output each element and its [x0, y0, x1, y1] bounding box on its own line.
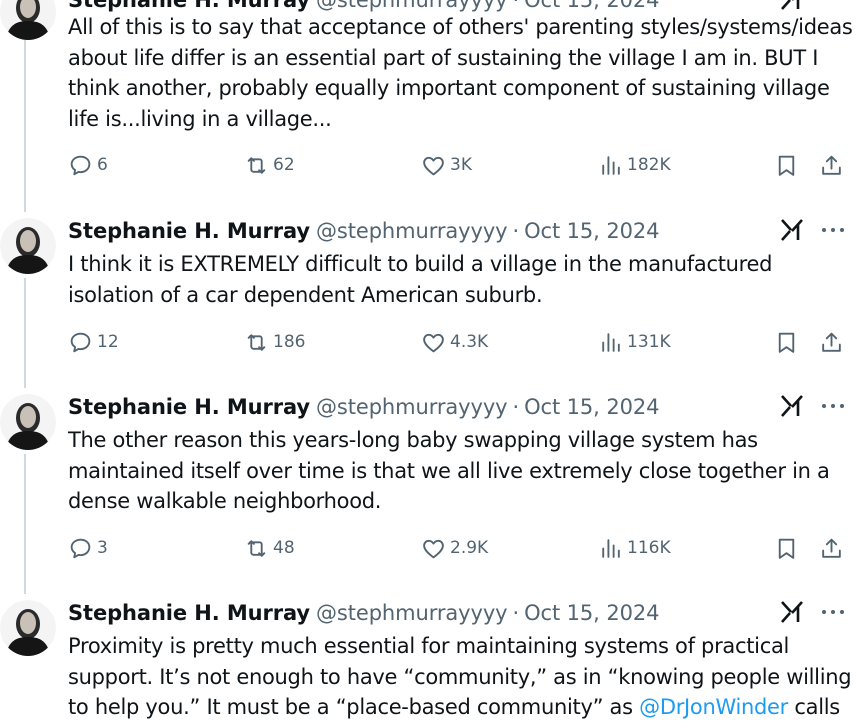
more-dots-icon[interactable]: [819, 393, 847, 419]
separator: ·: [512, 395, 520, 419]
reply-button[interactable]: 12: [68, 327, 119, 357]
reply-button[interactable]: 6: [68, 150, 108, 180]
reply-button[interactable]: 3: [68, 533, 108, 563]
share-button[interactable]: [819, 533, 844, 563]
reply-bubble-icon: [70, 332, 91, 352]
like-button[interactable]: 4.3K: [421, 327, 488, 357]
author-handle[interactable]: @stephmurrayyyy: [316, 0, 508, 12]
mention-link[interactable]: @DrJonWinder: [639, 695, 788, 719]
views-count: 182K: [627, 155, 671, 175]
avatar[interactable]: [0, 0, 56, 40]
author-name[interactable]: Stephanie H. Murray: [68, 219, 310, 243]
heart-icon: [423, 333, 444, 352]
repost-arrows-icon: [247, 539, 266, 557]
grok-icon[interactable]: [779, 599, 805, 625]
tweet-header: Stephanie H. Murray @stephmurrayyyy · Oc…: [68, 214, 659, 248]
avatar[interactable]: [0, 218, 56, 274]
tweet-text-after: calls: [788, 695, 840, 719]
views-button[interactable]: 182K: [598, 150, 671, 180]
more-dots-icon[interactable]: [819, 599, 847, 625]
grok-icon[interactable]: [779, 217, 805, 243]
reply-count: 3: [97, 538, 108, 558]
tweet-actions: 6 62 3K 182K: [0, 150, 861, 180]
views-count: 131K: [627, 332, 671, 352]
reply-count: 6: [97, 155, 108, 175]
views-bar-chart-icon: [602, 332, 620, 352]
author-handle[interactable]: @stephmurrayyyy: [316, 219, 508, 243]
heart-icon: [423, 539, 444, 558]
reply-bubble-icon: [70, 155, 91, 175]
tweet-text: The other reason this years-long baby sw…: [68, 428, 830, 513]
more-dots-icon[interactable]: [819, 217, 847, 243]
tweet-header: Stephanie H. Murray @stephmurrayyyy · Oc…: [68, 390, 659, 424]
grok-icon[interactable]: [779, 0, 805, 12]
tweet-text: All of this is to say that acceptance of…: [68, 15, 853, 131]
bookmark-button[interactable]: [774, 150, 799, 180]
tweet-date[interactable]: Oct 15, 2024: [524, 601, 659, 625]
like-count: 4.3K: [450, 332, 489, 352]
avatar[interactable]: [0, 394, 56, 450]
tweet-text: I think it is EXTREMELY difficult to bui…: [68, 252, 773, 307]
author-handle[interactable]: @stephmurrayyyy: [316, 601, 508, 625]
separator: ·: [512, 219, 520, 243]
bookmark-icon: [778, 538, 795, 559]
author-name[interactable]: Stephanie H. Murray: [68, 395, 310, 419]
repost-button[interactable]: 186: [244, 327, 305, 357]
avatar[interactable]: [0, 600, 56, 656]
tweet-date[interactable]: Oct 15, 2024: [524, 219, 659, 243]
share-upload-icon: [822, 332, 841, 352]
thread-line: [24, 454, 26, 594]
bookmark-icon: [778, 155, 795, 176]
repost-arrows-icon: [247, 333, 266, 351]
like-count: 2.9K: [450, 538, 489, 558]
grok-icon[interactable]: [779, 393, 805, 419]
views-button[interactable]: 116K: [598, 533, 671, 563]
repost-button[interactable]: 62: [244, 150, 295, 180]
views-bar-chart-icon: [602, 155, 620, 175]
share-upload-icon: [822, 155, 841, 175]
share-upload-icon: [822, 538, 841, 558]
author-name[interactable]: Stephanie H. Murray: [68, 601, 310, 625]
reply-count: 12: [97, 332, 119, 352]
author-handle[interactable]: @stephmurrayyyy: [316, 395, 508, 419]
bookmark-button[interactable]: [774, 533, 799, 563]
share-button[interactable]: [819, 150, 844, 180]
tweet-actions: 12 186 4.3K 131K: [0, 327, 861, 357]
repost-count: 186: [273, 332, 306, 352]
views-button[interactable]: 131K: [598, 327, 671, 357]
share-button[interactable]: [819, 327, 844, 357]
tweet-text: Proximity is pretty much essential for m…: [68, 631, 853, 723]
separator: ·: [512, 0, 520, 12]
bookmark-icon: [778, 332, 795, 353]
like-button[interactable]: 2.9K: [421, 533, 488, 563]
repost-arrows-icon: [247, 156, 266, 174]
repost-count: 62: [273, 155, 295, 175]
author-name[interactable]: Stephanie H. Murray: [68, 0, 310, 12]
bookmark-button[interactable]: [774, 327, 799, 357]
reply-bubble-icon: [70, 538, 91, 558]
separator: ·: [512, 601, 520, 625]
tweet-date[interactable]: Oct 15, 2024: [524, 395, 659, 419]
heart-icon: [423, 156, 444, 175]
tweet-header: Stephanie H. Murray @stephmurrayyyy · Oc…: [68, 596, 659, 630]
like-count: 3K: [450, 155, 472, 175]
like-button[interactable]: 3K: [421, 150, 472, 180]
views-count: 116K: [627, 538, 671, 558]
thread-line: [24, 40, 26, 212]
views-bar-chart-icon: [602, 538, 620, 558]
tweet-date[interactable]: Oct 15, 2024: [524, 0, 659, 12]
repost-button[interactable]: 48: [244, 533, 295, 563]
repost-count: 48: [273, 538, 295, 558]
tweet-actions: 3 48 2.9K 116K: [0, 533, 861, 563]
